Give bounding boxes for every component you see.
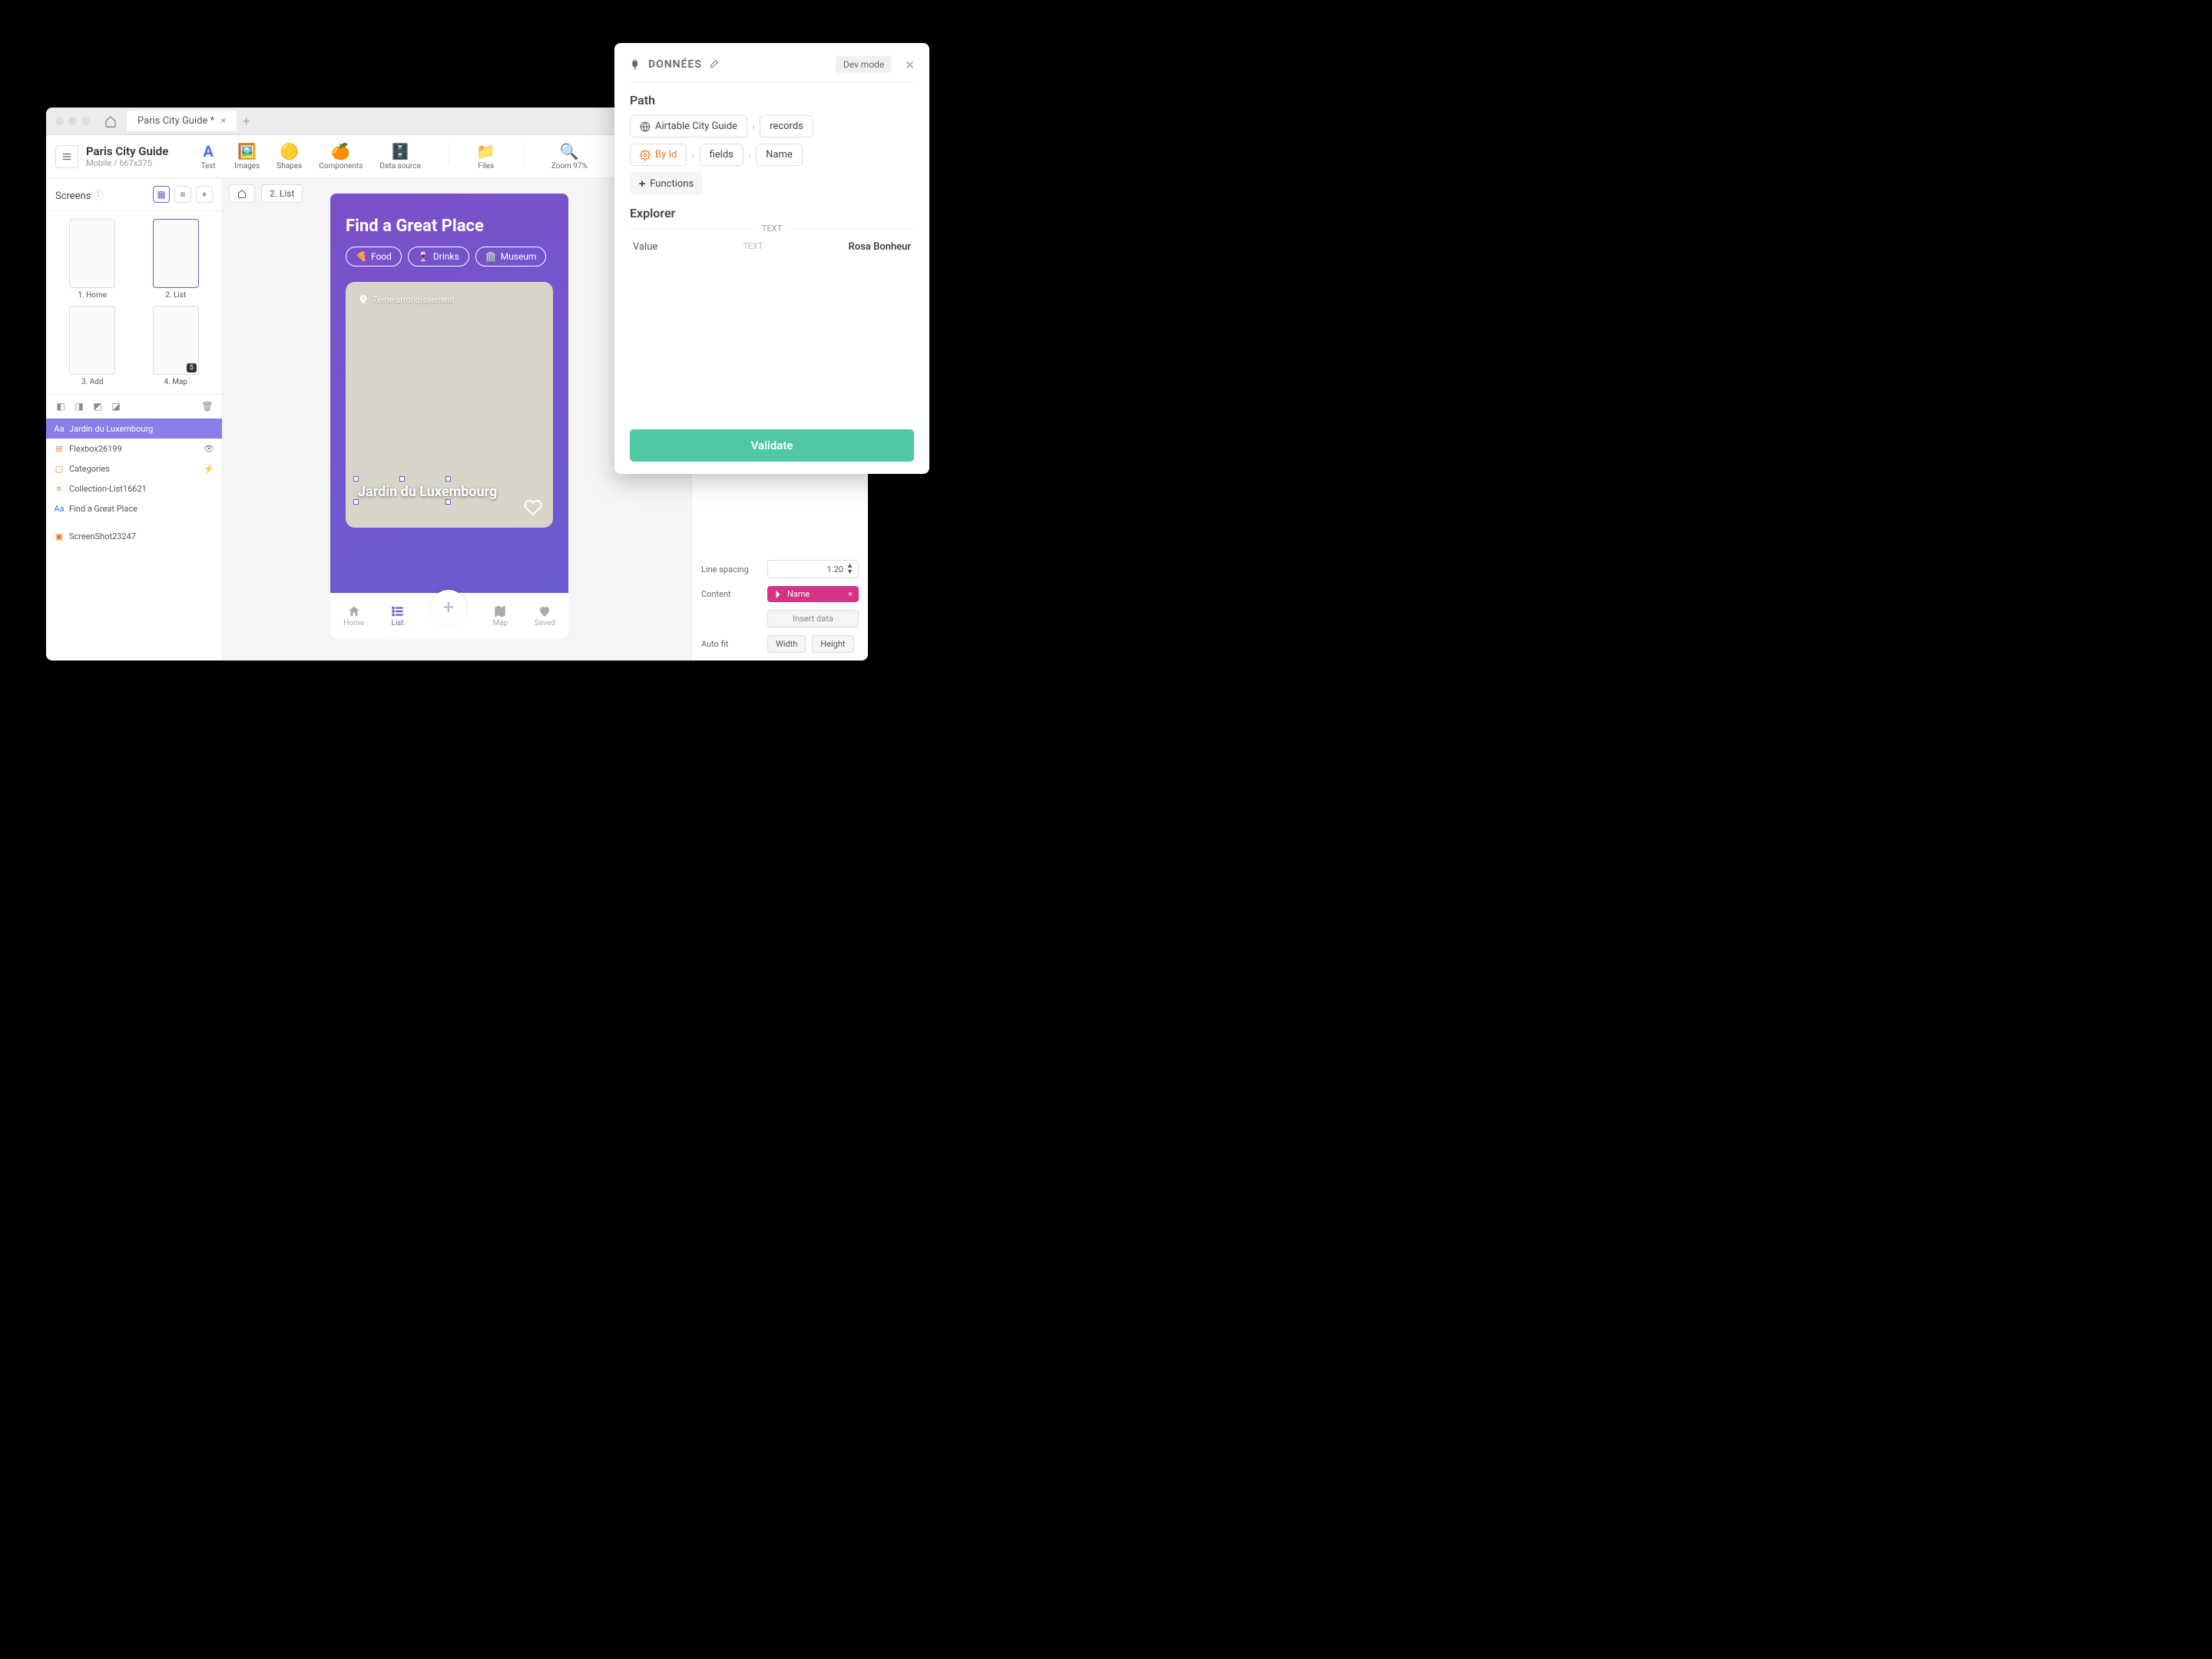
project-name: Paris City Guide <box>86 144 168 158</box>
text-icon: Aa <box>54 423 65 434</box>
plug-icon <box>630 58 642 71</box>
path-section-label: Path <box>630 93 914 108</box>
path-name[interactable]: Name <box>756 144 803 166</box>
layer-item[interactable]: ⊞Flexbox26199👁 <box>46 439 222 459</box>
view-list-icon[interactable]: ≡ <box>174 186 191 203</box>
project-info: Paris City Guide Mobile / 667x375 <box>86 144 168 168</box>
autofit-width-button[interactable]: Width <box>767 635 806 653</box>
category-chip[interactable]: 🍷Drinks <box>408 247 469 267</box>
validate-button[interactable]: Validate <box>630 429 914 462</box>
layer-item[interactable]: ▢Categories⚡ <box>46 459 222 478</box>
home-icon[interactable] <box>99 110 122 133</box>
layer-delete-icon[interactable]: 🗑 <box>200 399 214 413</box>
add-screen-button[interactable]: + <box>196 186 213 203</box>
autofit-height-button[interactable]: Height <box>812 635 853 653</box>
path-fields[interactable]: fields <box>700 144 743 166</box>
prop-content-label: Content <box>701 589 761 599</box>
layer-item[interactable]: ▣ScreenShot23247 <box>46 526 222 546</box>
screen-thumb-home[interactable]: 1. Home <box>54 219 131 300</box>
tool-zoom[interactable]: 🔍Zoom 97% <box>551 142 588 171</box>
screen-thumb-list[interactable]: 2. List <box>137 219 215 300</box>
list-icon: ≡ <box>54 483 65 494</box>
screens-label: Screens ⓘ <box>55 187 104 202</box>
nav-map[interactable]: Map <box>492 604 508 628</box>
phone-preview: Find a Great Place 🍕Food 🍷Drinks 🏛️Museu… <box>330 194 568 639</box>
layer-icon-4[interactable]: ◪ <box>109 399 123 413</box>
layer-icon-1[interactable]: ◧ <box>54 399 68 413</box>
breadcrumb-current[interactable]: 2. List <box>261 184 303 203</box>
close-icon[interactable]: × <box>220 115 226 127</box>
explorer-value-row: Value TEXT Rosa Bonheur <box>630 233 914 260</box>
layer-item[interactable]: ≡Collection-List16621 <box>46 478 222 498</box>
view-grid-icon[interactable]: ▦ <box>153 186 170 203</box>
location-label: 7ème arrondissement <box>358 294 455 305</box>
visibility-icon[interactable]: 👁 <box>204 444 214 454</box>
path-byid[interactable]: By Id <box>630 144 687 166</box>
screen-title: Find a Great Place <box>330 194 568 247</box>
linespacing-input[interactable]: 1.20▲▼ <box>767 560 859 578</box>
nav-list[interactable]: List <box>391 604 405 628</box>
window-controls[interactable] <box>55 117 90 125</box>
path-records[interactable]: records <box>760 115 813 137</box>
chevron-right-icon: › <box>752 115 755 137</box>
close-icon[interactable]: × <box>906 55 914 74</box>
path-source[interactable]: Airtable City Guide <box>630 115 747 137</box>
tool-files[interactable]: 📁Files <box>477 142 495 171</box>
layer-item[interactable]: AaJardin du Luxembourg <box>46 419 222 439</box>
layer-item[interactable]: AaFind a Great Place <box>46 498 222 518</box>
nav-home[interactable]: Home <box>343 604 364 628</box>
flexbox-icon: ⊞ <box>54 443 65 454</box>
insert-data-button[interactable]: Insert data <box>767 610 859 628</box>
bottom-nav: Home List + Map Saved <box>330 593 568 639</box>
nav-add-button[interactable]: + <box>431 590 466 625</box>
tool-components[interactable]: 🍊Components <box>319 142 363 171</box>
prop-autofit-label: Auto fit <box>701 639 761 649</box>
data-panel-title: DONNÉES <box>648 58 702 71</box>
tool-datasource[interactable]: 🗄️Data source <box>379 142 420 171</box>
chevron-right-icon: › <box>691 144 694 166</box>
layer-icon-2[interactable]: ◨ <box>72 399 86 413</box>
tool-shapes[interactable]: 🟡Shapes <box>276 142 302 171</box>
content-data-tag[interactable]: Name × <box>767 586 859 602</box>
image-icon: ▣ <box>54 531 65 541</box>
nav-saved[interactable]: Saved <box>535 604 555 628</box>
tool-text[interactable]: AText <box>199 142 217 171</box>
layer-icon-3[interactable]: ◩ <box>91 399 104 413</box>
new-tab-button[interactable]: + <box>243 114 250 128</box>
menu-icon[interactable] <box>55 145 78 168</box>
edit-icon[interactable] <box>708 59 719 70</box>
data-panel: DONNÉES Dev mode × Path Airtable City Gu… <box>614 43 929 474</box>
dev-mode-toggle[interactable]: Dev mode <box>836 56 892 73</box>
place-card[interactable]: 7ème arrondissement Jardin du Luxembourg <box>346 282 553 528</box>
tab-project[interactable]: Paris City Guide * × <box>127 111 237 131</box>
data-icon[interactable]: ⚡ <box>204 464 214 474</box>
prop-linespacing-label: Line spacing <box>701 565 761 575</box>
category-icon: ▢ <box>54 463 65 474</box>
heart-icon[interactable] <box>524 498 542 517</box>
explorer-section-label: Explorer <box>630 206 914 220</box>
screen-thumb-map[interactable]: 54. Map <box>137 306 215 386</box>
chevron-right-icon: › <box>748 144 751 166</box>
layers-toolbar: ◧ ◨ ◩ ◪ 🗑 <box>46 395 222 419</box>
category-chip[interactable]: 🏛️Museum <box>475 247 547 267</box>
category-chip[interactable]: 🍕Food <box>346 247 402 267</box>
project-subtitle: Mobile / 667x375 <box>86 158 168 168</box>
remove-icon[interactable]: × <box>848 589 853 599</box>
type-badge: TEXT <box>756 224 788 233</box>
breadcrumb-home-icon[interactable] <box>229 184 255 203</box>
tab-title: Paris City Guide * <box>137 115 214 127</box>
functions-button[interactable]: + Functions <box>630 172 703 195</box>
place-name[interactable]: Jardin du Luxembourg <box>358 484 497 500</box>
left-panel: Screens ⓘ ▦ ≡ + 1. Home 2. List 3. Add 5… <box>46 178 223 661</box>
screen-thumb-add[interactable]: 3. Add <box>54 306 131 386</box>
text-icon: Aa <box>54 503 65 514</box>
tool-images[interactable]: 🖼️Images <box>234 142 260 171</box>
